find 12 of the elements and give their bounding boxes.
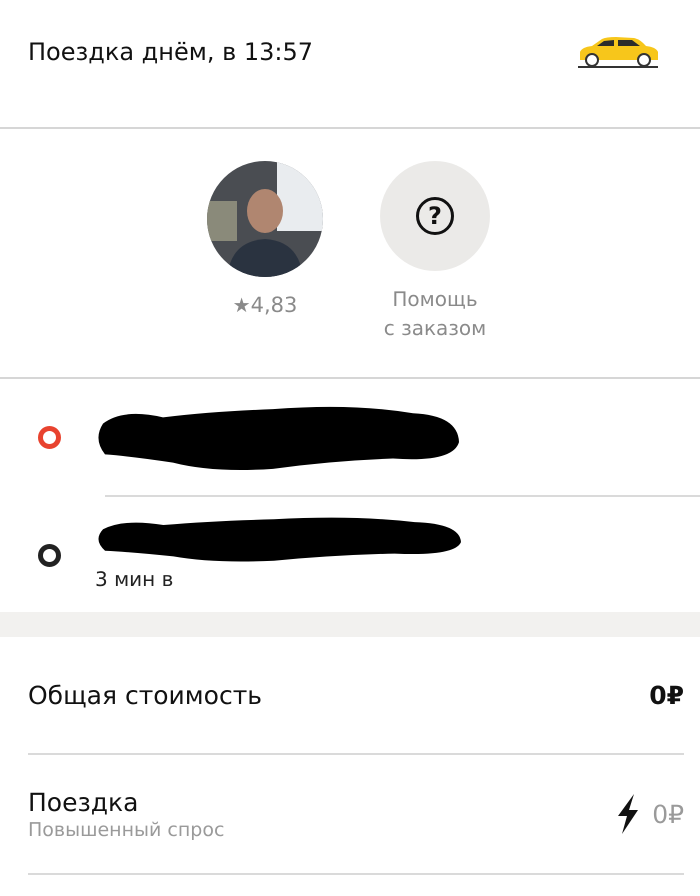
driver-rating: ★4,83 — [232, 293, 298, 317]
cost-amount: 0₽ — [652, 800, 684, 828]
help-button[interactable]: ? — [380, 161, 490, 271]
trip-title: Поездка днём, в 13:57 — [28, 38, 314, 66]
car-icon — [576, 36, 660, 68]
question-icon: ? — [416, 197, 454, 235]
cost-label: Общая стоимость — [28, 680, 262, 710]
travel-time: 3 мин в — [95, 567, 174, 591]
cost-note: Повышенный спрос — [28, 818, 224, 840]
help-label: Помощь с заказом — [382, 286, 488, 342]
cost-amount: 0₽ — [649, 680, 684, 710]
cost-label: Поездка — [28, 788, 140, 816]
